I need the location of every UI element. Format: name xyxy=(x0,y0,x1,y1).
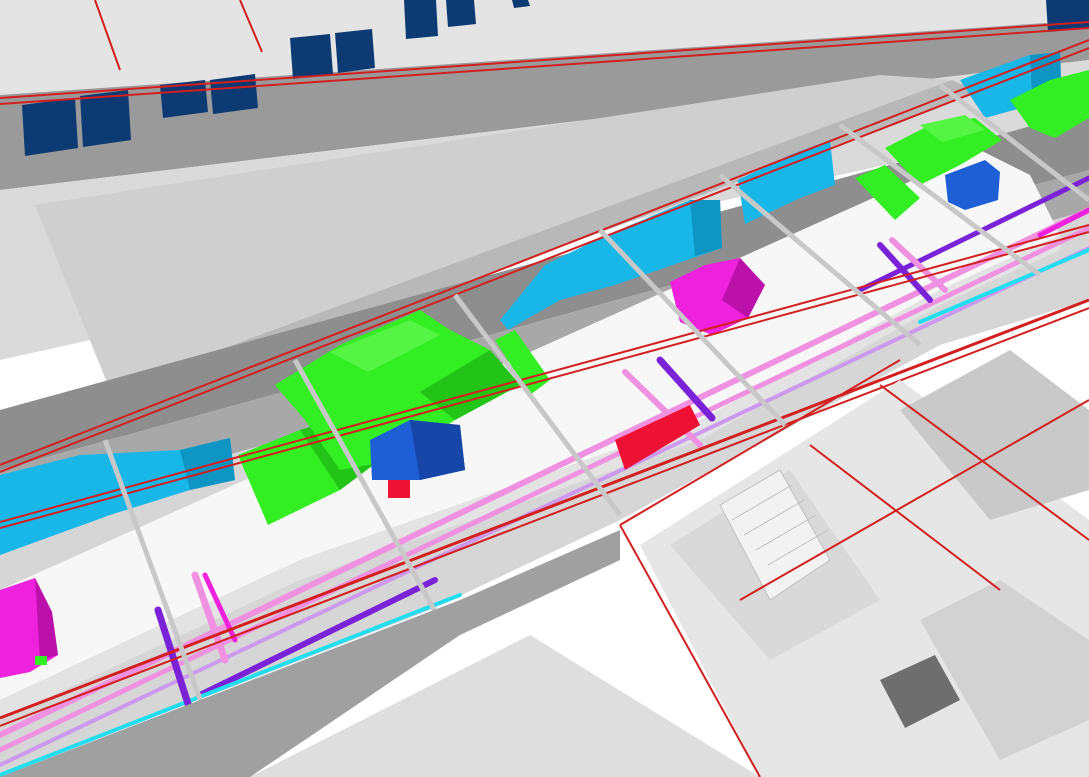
mep-model-scene[interactable] xyxy=(0,0,1089,777)
window xyxy=(22,98,78,156)
bim-3d-viewport[interactable] xyxy=(0,0,1089,777)
window xyxy=(404,0,438,39)
window xyxy=(446,0,476,27)
supply-duct-face xyxy=(690,200,722,256)
window xyxy=(1046,0,1089,32)
window xyxy=(290,34,333,79)
ahu-label-plate xyxy=(35,656,47,665)
window xyxy=(335,29,375,73)
red-valve-box xyxy=(388,480,410,498)
